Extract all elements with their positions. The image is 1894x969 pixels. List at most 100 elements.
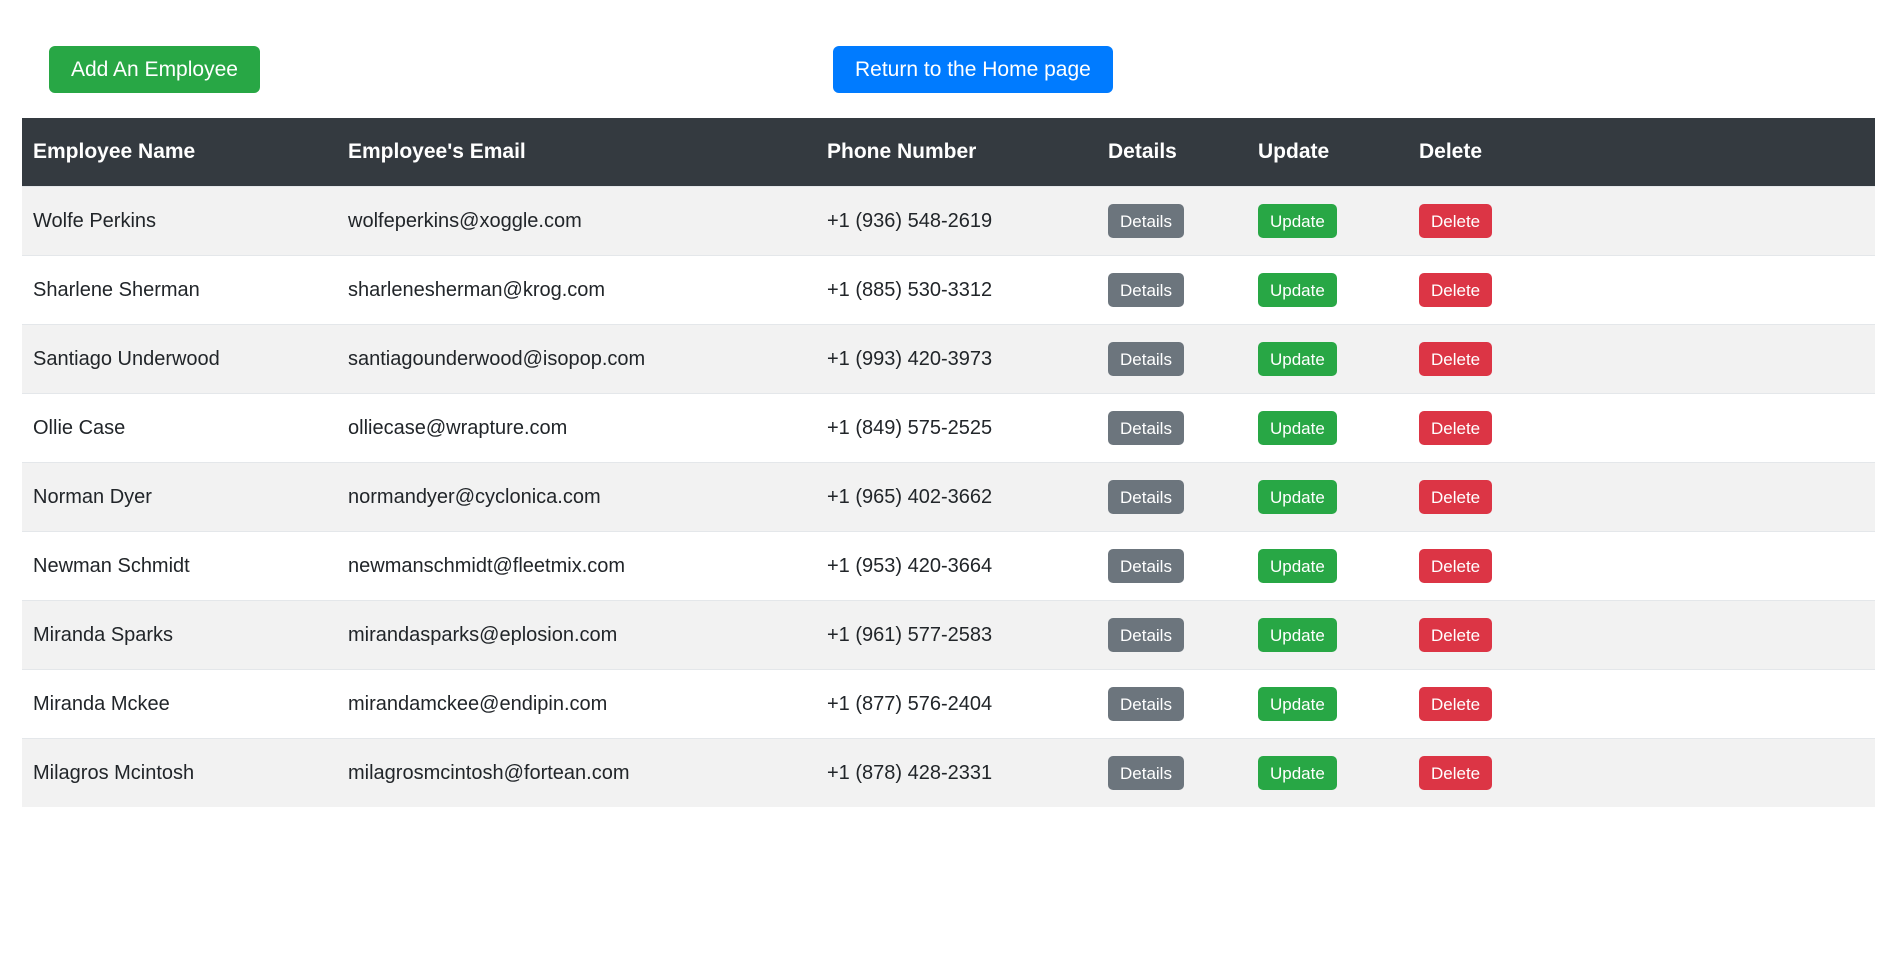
details-button[interactable]: Details [1108, 687, 1184, 721]
details-cell: Details [1108, 462, 1258, 532]
employee-email-cell: mirandamckee@endipin.com [348, 669, 827, 739]
employee-name-cell: Milagros Mcintosh [22, 738, 348, 807]
phone-number-cell: +1 (953) 420-3664 [827, 531, 1108, 601]
delete-cell: Delete [1419, 324, 1875, 394]
delete-cell: Delete [1419, 255, 1875, 325]
employee-table: Employee Name Employee's Email Phone Num… [22, 118, 1875, 807]
table-row: Miranda Sparks mirandasparks@eplosion.com… [22, 600, 1875, 670]
employee-email-cell: milagrosmcintosh@fortean.com [348, 738, 827, 807]
employee-email-cell: wolfeperkins@xoggle.com [348, 186, 827, 256]
details-cell: Details [1108, 669, 1258, 739]
details-button[interactable]: Details [1108, 756, 1184, 790]
employee-list-page: Add An Employee Return to the Home page … [0, 0, 1894, 969]
delete-button[interactable]: Delete [1419, 756, 1493, 790]
update-cell: Update [1258, 462, 1419, 532]
employee-name-cell: Sharlene Sherman [22, 255, 348, 325]
delete-cell: Delete [1419, 600, 1875, 670]
delete-button[interactable]: Delete [1419, 204, 1493, 238]
delete-cell: Delete [1419, 669, 1875, 739]
update-button[interactable]: Update [1258, 411, 1337, 445]
update-cell: Update [1258, 186, 1419, 256]
details-button[interactable]: Details [1108, 273, 1184, 307]
delete-cell: Delete [1419, 531, 1875, 601]
employee-name-cell: Miranda Mckee [22, 669, 348, 739]
details-button[interactable]: Details [1108, 549, 1184, 583]
delete-button[interactable]: Delete [1419, 618, 1493, 652]
details-cell: Details [1108, 324, 1258, 394]
delete-cell: Delete [1419, 393, 1875, 463]
add-employee-button[interactable]: Add An Employee [49, 46, 260, 93]
details-button[interactable]: Details [1108, 480, 1184, 514]
details-cell: Details [1108, 186, 1258, 256]
column-header-employee-name: Employee Name [33, 140, 196, 163]
update-cell: Update [1258, 531, 1419, 601]
delete-cell: Delete [1419, 186, 1875, 256]
employee-table-container: Employee Name Employee's Email Phone Num… [22, 118, 1875, 807]
details-button[interactable]: Details [1108, 618, 1184, 652]
details-cell: Details [1108, 255, 1258, 325]
column-header-employee-email: Employee's Email [348, 140, 526, 163]
phone-number-cell: +1 (961) 577-2583 [827, 600, 1108, 670]
employee-email-cell: normandyer@cyclonica.com [348, 462, 827, 532]
employee-email-cell: mirandasparks@eplosion.com [348, 600, 827, 670]
update-cell: Update [1258, 324, 1419, 394]
delete-button[interactable]: Delete [1419, 411, 1493, 445]
update-button[interactable]: Update [1258, 342, 1337, 376]
details-button[interactable]: Details [1108, 411, 1184, 445]
return-home-button[interactable]: Return to the Home page [833, 46, 1113, 93]
update-button[interactable]: Update [1258, 687, 1337, 721]
delete-button[interactable]: Delete [1419, 549, 1493, 583]
table-row: Sharlene Sherman sharlenesherman@krog.com… [22, 255, 1875, 325]
update-cell: Update [1258, 600, 1419, 670]
phone-number-cell: +1 (936) 548-2619 [827, 186, 1108, 256]
table-row: Newman Schmidt newmanschmidt@fleetmix.com… [22, 531, 1875, 601]
employee-name-cell: Santiago Underwood [22, 324, 348, 394]
update-cell: Update [1258, 255, 1419, 325]
employee-email-cell: sharlenesherman@krog.com [348, 255, 827, 325]
employee-name-cell: Norman Dyer [22, 462, 348, 532]
employee-name-cell: Miranda Sparks [22, 600, 348, 670]
update-button[interactable]: Update [1258, 273, 1337, 307]
column-header-delete: Delete [1419, 140, 1483, 163]
details-cell: Details [1108, 600, 1258, 670]
delete-button[interactable]: Delete [1419, 480, 1493, 514]
update-button[interactable]: Update [1258, 756, 1337, 790]
employee-email-cell: olliecase@wrapture.com [348, 393, 827, 463]
details-cell: Details [1108, 393, 1258, 463]
employee-email-cell: santiagounderwood@isopop.com [348, 324, 827, 394]
update-cell: Update [1258, 393, 1419, 463]
details-cell: Details [1108, 531, 1258, 601]
details-cell: Details [1108, 738, 1258, 807]
table-row: Ollie Case olliecase@wrapture.com +1 (849)… [22, 393, 1875, 463]
table-header-row: Employee Name Employee's Email Phone Num… [22, 118, 1875, 187]
details-button[interactable]: Details [1108, 342, 1184, 376]
column-header-details: Details [1108, 140, 1177, 163]
delete-button[interactable]: Delete [1419, 342, 1493, 376]
phone-number-cell: +1 (849) 575-2525 [827, 393, 1108, 463]
phone-number-cell: +1 (877) 576-2404 [827, 669, 1108, 739]
delete-cell: Delete [1419, 738, 1875, 807]
column-header-phone-number: Phone Number [827, 140, 977, 163]
update-button[interactable]: Update [1258, 204, 1337, 238]
table-row: Milagros Mcintosh milagrosmcintosh@fortea… [22, 738, 1875, 807]
phone-number-cell: +1 (965) 402-3662 [827, 462, 1108, 532]
table-row: Wolfe Perkins wolfeperkins@xoggle.com +1 (… [22, 186, 1875, 256]
employee-name-cell: Newman Schmidt [22, 531, 348, 601]
delete-button[interactable]: Delete [1419, 273, 1493, 307]
phone-number-cell: +1 (878) 428-2331 [827, 738, 1108, 807]
phone-number-cell: +1 (885) 530-3312 [827, 255, 1108, 325]
update-cell: Update [1258, 738, 1419, 807]
table-row: Norman Dyer normandyer@cyclonica.com +1 (9… [22, 462, 1875, 532]
update-cell: Update [1258, 669, 1419, 739]
delete-button[interactable]: Delete [1419, 687, 1493, 721]
column-header-update: Update [1258, 140, 1330, 163]
employee-name-cell: Ollie Case [22, 393, 348, 463]
update-button[interactable]: Update [1258, 618, 1337, 652]
top-toolbar: Add An Employee Return to the Home page [0, 0, 1894, 118]
employee-name-cell: Wolfe Perkins [22, 186, 348, 256]
details-button[interactable]: Details [1108, 204, 1184, 238]
update-button[interactable]: Update [1258, 549, 1337, 583]
update-button[interactable]: Update [1258, 480, 1337, 514]
table-header: Employee Name Employee's Email Phone Num… [22, 118, 1875, 187]
phone-number-cell: +1 (993) 420-3973 [827, 324, 1108, 394]
